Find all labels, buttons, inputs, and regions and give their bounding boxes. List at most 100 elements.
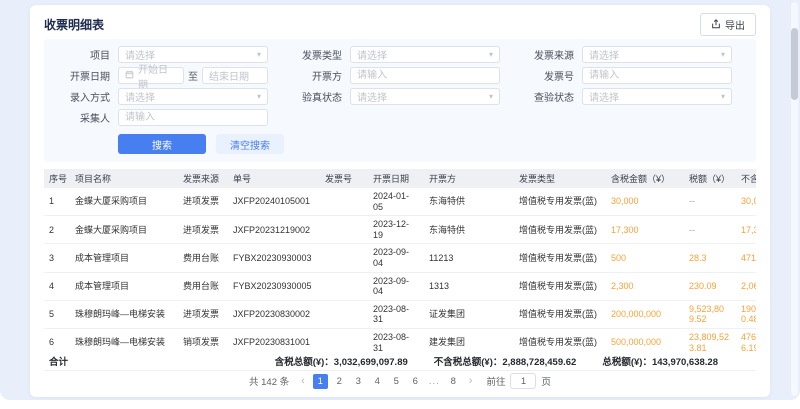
table-cell: 证发集团	[424, 300, 514, 328]
pagination-page-1[interactable]: 1	[313, 374, 328, 389]
invoice-no-input[interactable]	[582, 67, 732, 84]
table-cell: 增值税专用发票(蓝)	[514, 300, 606, 328]
table-cell	[320, 272, 368, 300]
end-date-placeholder: 结束日期	[209, 68, 249, 83]
clear-search-button[interactable]: 清空搜索	[216, 134, 284, 154]
table-cell: 金蝶大厦采购项目	[70, 188, 178, 216]
invoice-date-range: 开始日期 至 结束日期	[118, 67, 268, 84]
summary-label: 合计	[49, 354, 68, 368]
pagination-page-2[interactable]: 2	[332, 374, 347, 389]
table-cell: 成本管理项目	[70, 272, 178, 300]
start-date-placeholder: 开始日期	[138, 61, 177, 91]
table-cell: 23,809,523.81	[684, 329, 736, 352]
table-row[interactable]: 2金蝶大厦采购项目进项发票JXFP202312190022023-12-19东海…	[44, 216, 756, 244]
table-cell	[320, 188, 368, 216]
table-cell	[320, 300, 368, 328]
entry-method-select[interactable]: 请选择 ▾	[118, 88, 268, 105]
table-cell: 进项发票	[178, 188, 228, 216]
table-row[interactable]: 1金蝶大厦采购项目进项发票JXFP202401050012024-01-05东海…	[44, 188, 756, 216]
pagination-next-icon[interactable]: ›	[466, 376, 476, 387]
table-cell: 2023-08-31	[368, 300, 424, 328]
filter-row-4: 采集人	[52, 109, 748, 126]
table-cell: 增值税专用发票(蓝)	[514, 244, 606, 272]
filter-row-3: 录入方式 请选择 ▾ 验真状态 请选择 ▾ 查验状态 请选	[52, 88, 748, 105]
table-cell: 2,300	[606, 272, 684, 300]
table-cell: 471.7	[736, 244, 756, 272]
table-cell	[320, 216, 368, 244]
table-cell: 进项发票	[178, 300, 228, 328]
vertical-scrollbar[interactable]	[791, 2, 798, 396]
issuer-input[interactable]	[350, 67, 500, 84]
pagination-page-8[interactable]: 8	[446, 374, 461, 389]
table-cell: 2023-09-04	[368, 272, 424, 300]
column-header: 含税金额（¥）	[606, 169, 684, 188]
table-cell: 30,000	[736, 188, 756, 216]
pagination: 共 142 条 ‹ 123456...8 › 前往 页	[44, 371, 756, 391]
pagination-page-6[interactable]: 6	[408, 374, 423, 389]
table-row[interactable]: 4成本管理项目费用台账FYBX202309300052023-09-041313…	[44, 272, 756, 300]
table-cell: 3	[44, 244, 70, 272]
filter-panel: 项目 请选择 ▾ 发票类型 请选择 ▾ 发票来源 请选择	[44, 39, 756, 162]
export-icon	[711, 19, 721, 29]
table-cell: 5	[44, 300, 70, 328]
check-status-select-value: 请选择	[589, 89, 717, 104]
filter-label-invoice-type: 发票类型	[284, 47, 342, 62]
pagination-page-4[interactable]: 4	[370, 374, 385, 389]
goto-page-input[interactable]	[510, 373, 536, 389]
table-cell: 11213	[424, 244, 514, 272]
filter-buttons: 搜索 清空搜索	[52, 134, 748, 154]
table-header-row: 序号项目名称发票来源单号发票号开票日期开票方发票类型含税金额（¥）税额（¥）不含…	[44, 169, 756, 188]
summary-item: 总税额(¥)：143,970,638.28	[602, 354, 718, 368]
card-header: 收票明细表 导出	[44, 13, 756, 35]
table-cell: --	[684, 188, 736, 216]
summary-items: 含税总额(¥)：3,032,699,097.89不含税总额(¥)：2,888,7…	[275, 354, 718, 368]
app-background: 收票明细表 导出 项目 请选择 ▾	[0, 0, 800, 400]
table-cell: 增值税专用发票(蓝)	[514, 216, 606, 244]
end-date-input[interactable]: 结束日期	[202, 67, 268, 84]
collector-input[interactable]	[118, 109, 268, 126]
vertical-scrollbar-thumb[interactable]	[791, 28, 798, 100]
table-cell: 190,476,190.48	[736, 300, 756, 328]
invoice-source-select-value: 请选择	[589, 47, 717, 62]
table-row[interactable]: 6珠穆朗玛峰—电梯安装销项发票JXFP202308310012023-08-31…	[44, 329, 756, 352]
table-cell: 6	[44, 329, 70, 352]
pagination-page-5[interactable]: 5	[389, 374, 404, 389]
summary-item: 不含税总额(¥)：2,888,728,459.62	[434, 354, 577, 368]
table-cell: JXFP20230831001	[228, 329, 320, 352]
table-cell: 销项发票	[178, 329, 228, 352]
table-cell: 17,300	[736, 216, 756, 244]
table-cell: 500	[606, 244, 684, 272]
table-cell: 17,300	[606, 216, 684, 244]
filter-label-verify-status: 验真状态	[284, 89, 342, 104]
page-title: 收票明细表	[44, 16, 104, 33]
column-header: 发票来源	[178, 169, 228, 188]
table-cell: 东海特供	[424, 188, 514, 216]
invoice-source-select[interactable]: 请选择 ▾	[582, 46, 732, 63]
chevron-down-icon: ▾	[489, 92, 493, 101]
table-cell: 费用台账	[178, 244, 228, 272]
export-button[interactable]: 导出	[700, 13, 756, 36]
filter-row-2: 开票日期 开始日期 至 结束日期	[52, 67, 748, 84]
pagination-pages: 123456... 8	[313, 374, 461, 389]
verify-status-select[interactable]: 请选择 ▾	[350, 88, 500, 105]
search-button[interactable]: 搜索	[118, 134, 206, 154]
table-cell: 476,190,476.19	[736, 329, 756, 352]
table-cell: 200,000,000	[606, 300, 684, 328]
invoice-type-select[interactable]: 请选择 ▾	[350, 46, 500, 63]
filter-label-project: 项目	[52, 47, 110, 62]
start-date-input[interactable]: 开始日期	[118, 67, 184, 84]
pagination-ellipsis: ...	[427, 374, 442, 389]
column-header: 序号	[44, 169, 70, 188]
filter-label-entry-method: 录入方式	[52, 89, 110, 104]
summary-row: 合计 含税总额(¥)：3,032,699,097.89不含税总额(¥)：2,88…	[44, 352, 756, 371]
table-cell: 2023-12-19	[368, 216, 424, 244]
filter-label-invoice-date: 开票日期	[52, 68, 110, 83]
pagination-prev-icon[interactable]: ‹	[298, 376, 308, 387]
chevron-down-icon: ▾	[257, 92, 261, 101]
check-status-select[interactable]: 请选择 ▾	[582, 88, 732, 105]
table-cell: 珠穆朗玛峰—电梯安装	[70, 329, 178, 352]
table-row[interactable]: 5珠穆朗玛峰—电梯安装进项发票JXFP202308300022023-08-31…	[44, 300, 756, 328]
table-row[interactable]: 3成本管理项目费用台账FYBX202309300032023-09-041121…	[44, 244, 756, 272]
pagination-page-3[interactable]: 3	[351, 374, 366, 389]
column-header: 项目名称	[70, 169, 178, 188]
